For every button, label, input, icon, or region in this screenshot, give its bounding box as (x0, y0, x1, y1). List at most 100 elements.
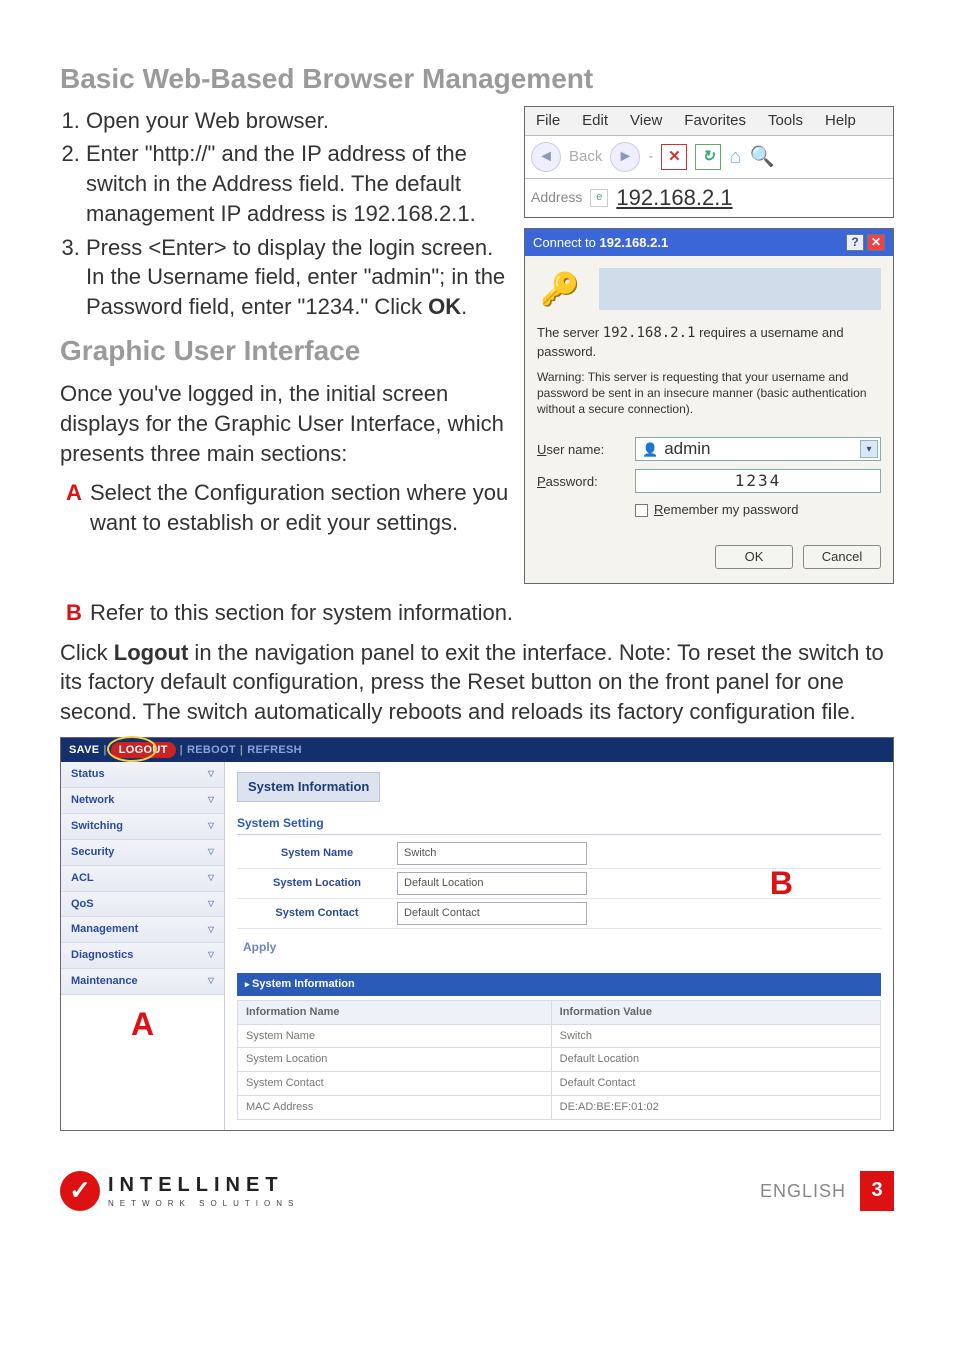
topbar-reboot[interactable]: REBOOT (187, 743, 236, 758)
password-field[interactable]: 1234 (635, 469, 881, 493)
info-name-2: System Contact (238, 1072, 552, 1096)
step-1: Open your Web browser. (86, 106, 510, 136)
row-label-contact: System Contact (237, 902, 397, 925)
info-table: Information NameInformation Value System… (237, 1000, 881, 1120)
login-dialog: Connect to 192.168.2.1 ? ✕ 🔑 The server … (524, 228, 894, 584)
home-icon[interactable]: ⌂ (729, 144, 741, 171)
language-label: ENGLISH (760, 1179, 846, 1203)
logo: ✓ INTELLINET NETWORK SOLUTIONS (60, 1171, 299, 1211)
info-name-0: System Name (238, 1024, 552, 1048)
remember-checkbox[interactable] (635, 504, 648, 517)
remember-label: Remember my password (654, 501, 799, 519)
login-warning: Warning: This server is requesting that … (537, 369, 881, 418)
login-title-ip: 192.168.2.1 (600, 235, 669, 250)
info-value-1: Default Location (551, 1048, 880, 1072)
menu-favorites[interactable]: Favorites (673, 107, 757, 135)
gui-sidebar: Status▽ Network▽ Switching▽ Security▽ AC… (61, 762, 225, 1130)
login-banner (599, 268, 881, 310)
sidebar-item-acl[interactable]: ACL▽ (61, 866, 224, 892)
topbar-save[interactable]: SAVE (69, 743, 99, 758)
info-value-0: Switch (551, 1024, 880, 1048)
username-label: User name: (537, 441, 625, 459)
sidebar-item-maintenance[interactable]: Maintenance▽ (61, 969, 224, 995)
apply-button[interactable]: Apply (237, 929, 881, 965)
address-label: Address (531, 188, 582, 207)
menu-help[interactable]: Help (814, 107, 867, 135)
login-message: The server 192.168.2.1 requires a userna… (537, 324, 881, 360)
brand-sub: NETWORK SOLUTIONS (108, 1199, 299, 1210)
browser-mock: File Edit View Favorites Tools Help ◄ Ba… (524, 106, 894, 218)
dropdown-icon[interactable]: ▾ (860, 440, 878, 458)
help-icon[interactable]: ? (846, 234, 864, 251)
topbar-refresh[interactable]: REFRESH (247, 743, 302, 758)
logout-paragraph: Click Logout in the navigation panel to … (60, 638, 894, 727)
password-label: Password: (537, 473, 625, 491)
sidebar-item-switching[interactable]: Switching▽ (61, 814, 224, 840)
brand-name: INTELLINET (108, 1172, 299, 1199)
login-msg-ip: 192.168.2.1 (603, 325, 696, 341)
refresh-icon[interactable]: ↻ (695, 144, 721, 170)
sidebar-item-status[interactable]: Status▽ (61, 762, 224, 788)
cancel-button[interactable]: Cancel (803, 545, 881, 569)
sidebar-item-management[interactable]: Management▽ (61, 917, 224, 943)
callout-b: B (770, 862, 793, 905)
login-msg-a: The server (537, 325, 603, 340)
menu-tools[interactable]: Tools (757, 107, 814, 135)
info-head-name: Information Name (238, 1000, 552, 1024)
sidebar-item-security[interactable]: Security▽ (61, 840, 224, 866)
step-3-ok: OK (428, 294, 461, 319)
letter-b-text: Refer to this section for system informa… (90, 598, 894, 628)
close-icon[interactable]: ✕ (867, 234, 885, 251)
address-value[interactable]: 192.168.2.1 (616, 183, 732, 213)
page-number: 3 (860, 1171, 894, 1211)
info-bar: System Information (237, 973, 881, 996)
gui-main: B System Information System Setting Syst… (225, 762, 893, 1130)
page-icon: e (590, 189, 608, 207)
steps-list: Open your Web browser. Enter "http://" a… (60, 106, 510, 322)
system-contact-input[interactable]: Default Contact (397, 902, 587, 925)
sidebar-item-qos[interactable]: QoS▽ (61, 892, 224, 918)
system-setting-header: System Setting (237, 812, 881, 835)
login-titlebar: Connect to 192.168.2.1 ? ✕ (525, 229, 893, 257)
info-name-1: System Location (238, 1048, 552, 1072)
topbar-logout[interactable]: LOGOUT (111, 742, 176, 759)
menu-view[interactable]: View (619, 107, 673, 135)
menubar: File Edit View Favorites Tools Help (525, 107, 893, 136)
gui-intro: Once you've logged in, the initial scree… (60, 379, 510, 468)
footer: ✓ INTELLINET NETWORK SOLUTIONS ENGLISH 3 (60, 1171, 894, 1211)
username-value: admin (664, 438, 710, 461)
toolbar-sep: - (648, 147, 653, 167)
person-icon: 👤 (642, 441, 658, 459)
stop-icon[interactable]: ✕ (661, 144, 687, 170)
callout-a: A (61, 995, 224, 1054)
menu-file[interactable]: File (525, 107, 571, 135)
sidebar-item-diagnostics[interactable]: Diagnostics▽ (61, 943, 224, 969)
sidebar-item-network[interactable]: Network▽ (61, 788, 224, 814)
password-value: 1234 (642, 470, 874, 492)
logo-mark-icon: ✓ (60, 1171, 100, 1211)
username-field[interactable]: 👤 admin ▾ (635, 437, 881, 461)
address-row: Address e 192.168.2.1 (525, 179, 893, 217)
keys-icon: 🔑 (537, 266, 583, 312)
letter-b-label: B (60, 598, 90, 628)
letter-a-text: Select the Configuration section where y… (90, 478, 510, 537)
back-icon[interactable]: ◄ (531, 142, 561, 172)
toolbar: ◄ Back ► - ✕ ↻ ⌂ 🔍 (525, 136, 893, 179)
info-value-2: Default Contact (551, 1072, 880, 1096)
menu-edit[interactable]: Edit (571, 107, 619, 135)
info-name-3: MAC Address (238, 1096, 552, 1120)
row-label-name: System Name (237, 842, 397, 865)
login-title-prefix: Connect to (533, 235, 600, 250)
info-head-value: Information Value (551, 1000, 880, 1024)
letter-a-label: A (60, 478, 90, 537)
logout-a: Click (60, 640, 114, 665)
forward-icon[interactable]: ► (610, 142, 640, 172)
main-title: System Information (237, 772, 380, 802)
system-name-input[interactable]: Switch (397, 842, 587, 865)
gui-screenshot: SAVE | LOGOUT | REBOOT | REFRESH Status▽… (60, 737, 894, 1131)
ok-button[interactable]: OK (715, 545, 793, 569)
search-icon[interactable]: 🔍 (749, 144, 774, 171)
back-label: Back (569, 147, 602, 167)
system-location-input[interactable]: Default Location (397, 872, 587, 895)
step-2: Enter "http://" and the IP address of th… (86, 139, 510, 228)
